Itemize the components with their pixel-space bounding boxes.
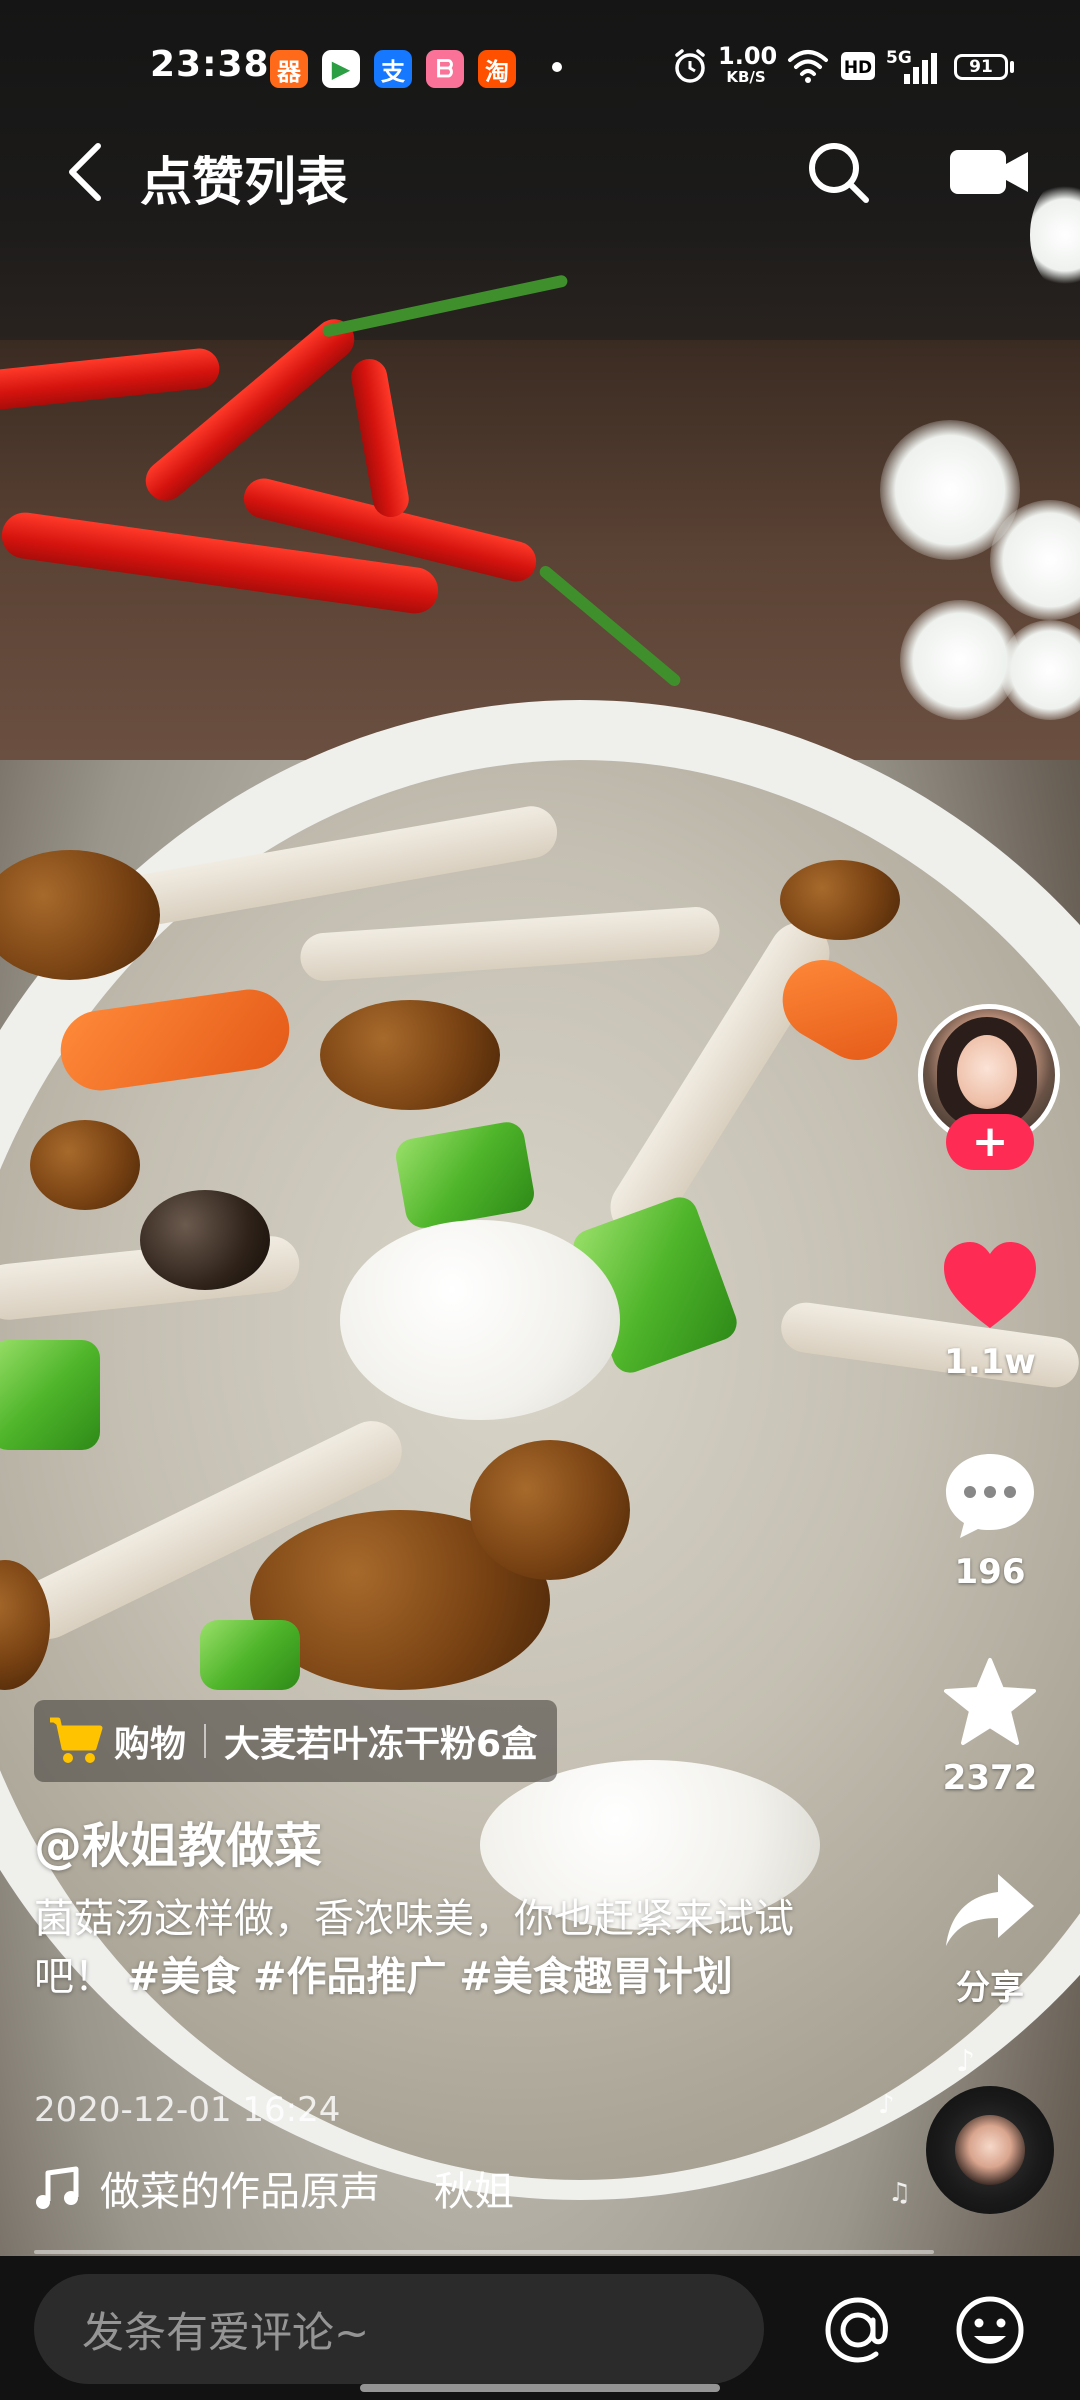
music-note-icon: ♪	[878, 2090, 895, 2120]
music-disc-avatar	[955, 2115, 1025, 2185]
hd-icon: HD	[841, 52, 875, 80]
video-progress-bar[interactable]	[34, 2250, 934, 2254]
favorite-count: 2372	[942, 1758, 1038, 1798]
comment-input[interactable]: 发条有爱评论~	[34, 2274, 764, 2384]
avatar-face	[957, 1035, 1017, 1109]
hashtag[interactable]: #美食	[127, 1954, 241, 2000]
bilibili-icon: ᗷ	[426, 50, 464, 88]
comment-bar: 发条有爱评论~	[0, 2256, 1080, 2400]
comment-button[interactable]: 196	[920, 1450, 1060, 1592]
back-arrow-icon[interactable]	[60, 140, 116, 204]
more-notifications-dot	[552, 62, 562, 72]
video-player-screen[interactable]: 23:38 器 ▶ 支 ᗷ 淘 1.00 KB/S HD 5G 91 点赞列表 …	[0, 0, 1080, 2400]
play-store-icon: ▶	[322, 50, 360, 88]
comment-count: 196	[954, 1552, 1026, 1592]
mushroom-cap	[320, 1000, 500, 1110]
mushroom-cap	[140, 1190, 270, 1290]
favorite-button[interactable]: 2372	[920, 1656, 1060, 1798]
network-speed-value: 1.00	[718, 42, 778, 70]
shopping-label: 购物	[114, 1724, 187, 1765]
alarm-icon	[675, 49, 705, 83]
network-speed: 1.00 KB/S	[718, 42, 778, 86]
network-speed-unit: KB/S	[726, 68, 766, 86]
music-disc[interactable]	[926, 2086, 1054, 2214]
quail-egg	[340, 1220, 620, 1420]
shopping-tag[interactable]: 购物 大麦若叶冻干粉6盒	[34, 1700, 558, 1782]
camera-icon[interactable]	[950, 146, 1030, 198]
kuaishou-icon: 器	[270, 50, 308, 88]
mushroom-cap	[30, 1120, 140, 1210]
video-description: 菌菇汤这样做，香浓味美，你也赶紧来试试吧！ #美食 #作品推广 #美食趣胃计划	[34, 1890, 834, 2006]
mushroom-cap	[470, 1440, 630, 1580]
home-indicator[interactable]	[360, 2384, 720, 2392]
mushroom-cap	[780, 860, 900, 940]
author-name[interactable]: @秋姐教做菜	[34, 1806, 322, 1876]
music-note-icon	[36, 2166, 79, 2209]
scallion	[200, 1620, 300, 1690]
scallion	[0, 1340, 100, 1450]
page-title: 点赞列表	[140, 153, 349, 213]
shopping-divider	[204, 1724, 207, 1758]
hashtag[interactable]: #作品推广	[253, 1954, 447, 2000]
share-button[interactable]: 分享	[920, 1870, 1060, 2009]
follow-button[interactable]: +	[946, 1114, 1034, 1170]
taobao-icon: 淘	[478, 50, 516, 88]
like-count: 1.1w	[944, 1342, 1036, 1382]
music-track: 做菜的作品原声	[100, 2169, 380, 2215]
alipay-icon: 支	[374, 50, 412, 88]
emoji-icon[interactable]	[954, 2294, 1026, 2366]
cellular-signal-icon: 5G	[886, 48, 938, 88]
music-info[interactable]: 做菜的作品原声 秋姐	[34, 2160, 514, 2216]
comment-icon	[946, 1454, 1034, 1538]
battery-tip	[1010, 61, 1014, 73]
share-arrow-icon	[946, 1874, 1034, 1946]
svg-text:HD: HD	[844, 58, 872, 78]
music-artist: 秋姐	[434, 2169, 514, 2215]
post-date: 2020-12-01 16:24	[34, 2090, 341, 2130]
status-time: 23:38	[150, 44, 270, 85]
share-label: 分享	[956, 1968, 1024, 2008]
music-note-icon: ♫	[888, 2178, 912, 2208]
hashtag[interactable]: #美食趣胃计划	[459, 1954, 733, 2000]
music-note-icon: ♪	[956, 2044, 976, 2079]
battery-icon: 91	[954, 54, 1008, 80]
mention-at-icon[interactable]	[822, 2294, 894, 2366]
shopping-cart-icon	[50, 1717, 103, 1763]
wifi-icon	[788, 50, 828, 83]
star-icon	[944, 1658, 1036, 1745]
status-bar: 23:38 器 ▶ 支 ᗷ 淘 1.00 KB/S HD 5G 91	[0, 0, 1080, 120]
shopping-product-title: 大麦若叶冻干粉6盒	[224, 1724, 538, 1765]
heart-icon	[944, 1242, 1036, 1328]
search-icon[interactable]	[804, 138, 872, 206]
like-button[interactable]: 1.1w	[920, 1240, 1060, 1382]
